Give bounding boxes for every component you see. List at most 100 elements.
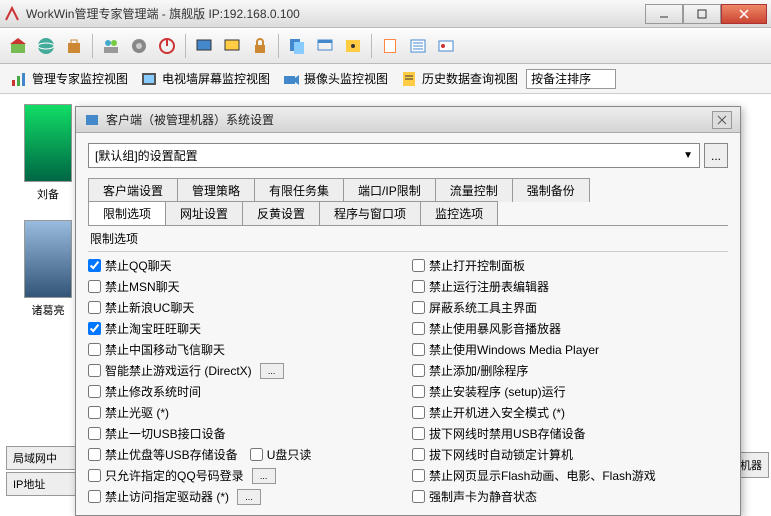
settings-tab[interactable]: 反黄设置	[242, 201, 320, 225]
tool-lock-icon[interactable]	[248, 34, 272, 58]
tool-window2-icon[interactable]	[313, 34, 337, 58]
view-label: 摄像头监控视图	[304, 70, 388, 87]
option-label: 禁止修改系统时间	[105, 383, 201, 400]
group-label: 限制选项	[88, 226, 728, 252]
option-checkbox[interactable]	[412, 301, 425, 314]
view-history[interactable]: 历史数据查询视图	[396, 68, 522, 90]
settings-tab[interactable]: 程序与窗口项	[319, 201, 421, 225]
minimize-button[interactable]	[645, 4, 683, 24]
view-bar: 管理专家监控视图 电视墙屏幕监控视图 摄像头监控视图 历史数据查询视图	[0, 64, 771, 94]
option-checkbox[interactable]	[88, 301, 101, 314]
camera-icon	[282, 70, 300, 88]
option-checkbox[interactable]	[88, 469, 101, 482]
tool-book-icon[interactable]	[378, 34, 402, 58]
tool-screen-icon[interactable]	[220, 34, 244, 58]
option-checkbox[interactable]	[412, 322, 425, 335]
sort-input[interactable]	[526, 69, 616, 89]
settings-tab[interactable]: 网址设置	[165, 201, 243, 225]
option-checkbox[interactable]	[88, 343, 101, 356]
tab-ip[interactable]: IP地址	[6, 472, 80, 496]
dialog-close-button[interactable]	[712, 111, 732, 129]
tool-lockscreen-icon[interactable]	[341, 34, 365, 58]
option-label: 智能禁止游戏运行 (DirectX)	[105, 362, 252, 379]
option-checkbox[interactable]	[412, 364, 425, 377]
option-checkbox[interactable]	[412, 448, 425, 461]
option-more-button[interactable]: ...	[237, 489, 261, 505]
close-button[interactable]	[721, 4, 767, 24]
option-row: 禁止中国移动飞信聊天	[88, 340, 404, 359]
settings-tab[interactable]: 强制备份	[512, 178, 590, 202]
tool-copy-icon[interactable]	[285, 34, 309, 58]
view-manager[interactable]: 管理专家监控视图	[6, 68, 132, 90]
settings-tab[interactable]: 管理策略	[177, 178, 255, 202]
tool-bag-icon[interactable]	[62, 34, 86, 58]
option-checkbox[interactable]	[412, 385, 425, 398]
option-checkbox[interactable]	[88, 259, 101, 272]
option-label: 只允许指定的QQ号码登录	[105, 467, 244, 484]
option-label: 禁止使用暴风影音播放器	[429, 320, 561, 337]
tool-list-icon[interactable]	[406, 34, 430, 58]
option-row: 禁止开机进入安全模式 (*)	[412, 403, 728, 422]
option-checkbox[interactable]	[250, 448, 263, 461]
thumb-label: 诸葛亮	[24, 302, 72, 318]
client-thumb[interactable]: 诸葛亮	[24, 220, 72, 318]
option-checkbox[interactable]	[88, 490, 101, 503]
settings-tab[interactable]: 流量控制	[435, 178, 513, 202]
thumb-image	[24, 104, 72, 182]
option-checkbox[interactable]	[88, 364, 101, 377]
tool-gear-icon[interactable]	[127, 34, 151, 58]
option-checkbox[interactable]	[412, 343, 425, 356]
view-tvwall[interactable]: 电视墙屏幕监控视图	[136, 68, 274, 90]
option-checkbox[interactable]	[88, 322, 101, 335]
tab-lan[interactable]: 局域网中	[6, 446, 80, 470]
option-row: 禁止优盘等USB存储设备U盘只读	[88, 445, 404, 464]
titlebar: WorkWin管理专家管理端 - 旗舰版 IP:192.168.0.100	[0, 0, 771, 28]
option-checkbox[interactable]	[88, 280, 101, 293]
combo-text: [默认组]的设置配置	[95, 147, 198, 164]
client-settings-dialog: 客户端（被管理机器）系统设置 [默认组]的设置配置 ▼ ... 客户端设置管理策…	[75, 106, 741, 516]
settings-tab[interactable]: 监控选项	[420, 201, 498, 225]
option-checkbox[interactable]	[88, 385, 101, 398]
option-checkbox[interactable]	[88, 448, 101, 461]
tool-power-icon[interactable]	[155, 34, 179, 58]
option-checkbox[interactable]	[88, 427, 101, 440]
option-row: 拔下网线时自动锁定计算机	[412, 445, 728, 464]
option-row: 强制声卡为静音状态	[412, 487, 728, 506]
option-label: 禁止访问指定驱动器 (*)	[105, 488, 229, 505]
option-checkbox[interactable]	[412, 259, 425, 272]
config-combo[interactable]: [默认组]的设置配置 ▼	[88, 143, 700, 168]
settings-tab[interactable]: 客户端设置	[88, 178, 178, 202]
option-checkbox[interactable]	[412, 406, 425, 419]
tool-users-icon[interactable]	[99, 34, 123, 58]
tool-globe-icon[interactable]	[34, 34, 58, 58]
option-label: 强制声卡为静音状态	[429, 488, 537, 505]
settings-tab[interactable]: 端口/IP限制	[343, 178, 436, 202]
option-row: 只允许指定的QQ号码登录...	[88, 466, 404, 485]
option-row: 屏蔽系统工具主界面	[412, 298, 728, 317]
tool-monitor-icon[interactable]	[192, 34, 216, 58]
settings-tab[interactable]: 有限任务集	[254, 178, 344, 202]
option-row: 禁止修改系统时间	[88, 382, 404, 401]
view-camera[interactable]: 摄像头监控视图	[278, 68, 392, 90]
option-row: 禁止添加/删除程序	[412, 361, 728, 380]
option-checkbox[interactable]	[412, 469, 425, 482]
option-checkbox[interactable]	[412, 490, 425, 503]
option-row: 禁止访问指定驱动器 (*)...	[88, 487, 404, 506]
tool-home-icon[interactable]	[6, 34, 30, 58]
option-more-button[interactable]: ...	[260, 363, 284, 379]
option-label: 禁止开机进入安全模式 (*)	[429, 404, 565, 421]
option-checkbox[interactable]	[412, 280, 425, 293]
config-more-button[interactable]: ...	[704, 143, 728, 168]
option-checkbox[interactable]	[412, 427, 425, 440]
window-title: WorkWin管理专家管理端 - 旗舰版 IP:192.168.0.100	[26, 5, 645, 22]
maximize-button[interactable]	[683, 4, 721, 24]
option-checkbox[interactable]	[88, 406, 101, 419]
option-row: 禁止新浪UC聊天	[88, 298, 404, 317]
option-row: 禁止光驱 (*)	[88, 403, 404, 422]
option-row: 拔下网线时禁用USB存储设备	[412, 424, 728, 443]
client-thumb[interactable]: 刘备	[24, 104, 72, 202]
settings-tab[interactable]: 限制选项	[88, 201, 166, 225]
tool-card-icon[interactable]	[434, 34, 458, 58]
option-label: 拔下网线时自动锁定计算机	[429, 446, 573, 463]
option-more-button[interactable]: ...	[252, 468, 276, 484]
